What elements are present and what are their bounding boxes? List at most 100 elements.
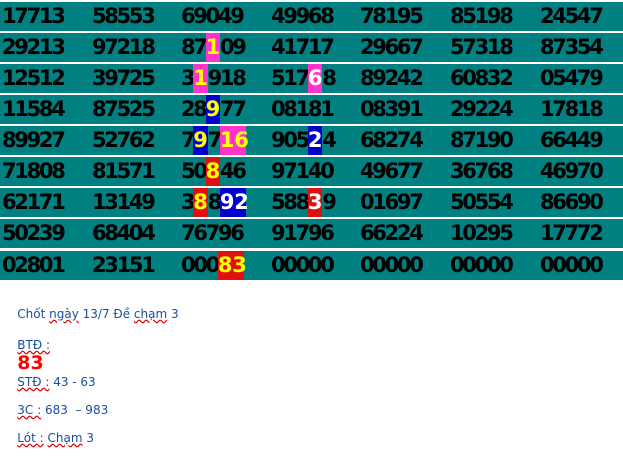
- digit: 1: [51, 253, 66, 277]
- lot-value: 3: [82, 431, 94, 445]
- digit: 8: [474, 66, 490, 90]
- digit: 7: [462, 128, 477, 152]
- digit: 1: [384, 4, 400, 28]
- digit: 1: [2, 97, 17, 121]
- digit: 1: [2, 66, 17, 90]
- grid-row: 17713 58553 69049 49968 78195 85198 24547: [0, 2, 623, 31]
- digit: 1: [219, 66, 235, 90]
- digit: 0: [462, 66, 477, 90]
- grid-cell: 57318: [450, 33, 535, 62]
- digit: 1: [540, 97, 555, 121]
- digit: 3: [564, 35, 580, 59]
- digit: 8: [320, 4, 335, 28]
- digit: 7: [181, 128, 196, 152]
- digit: 5: [26, 66, 42, 90]
- digit: 8: [499, 159, 514, 183]
- digit: 2: [181, 97, 196, 121]
- digit: 7: [14, 4, 29, 28]
- digit: 9: [307, 221, 323, 245]
- digit: 0: [271, 97, 286, 121]
- digit: 5: [295, 128, 311, 152]
- digit: 2: [409, 66, 424, 90]
- digit: 4: [219, 159, 235, 183]
- digit: 5: [486, 190, 502, 214]
- digit: 3: [51, 35, 66, 59]
- digit: 7: [205, 221, 221, 245]
- digit: 0: [38, 253, 54, 277]
- note-tail: 3: [167, 307, 179, 321]
- digit: 9: [51, 221, 66, 245]
- digit: 9: [271, 159, 286, 183]
- digit: 1: [409, 97, 424, 121]
- digit: 8: [499, 35, 514, 59]
- digit: 8: [2, 128, 17, 152]
- grid-cell: 17713: [2, 2, 87, 31]
- digit: 9: [486, 128, 502, 152]
- digit: 1: [474, 4, 490, 28]
- digit: 0: [205, 253, 221, 277]
- grid-cell: 87525: [92, 95, 177, 124]
- digit: 0: [486, 253, 502, 277]
- digit: 4: [499, 97, 514, 121]
- digit: 7: [576, 66, 592, 90]
- number-grid: 17713 58553 69049 49968 78195 85198 24547 29213…: [0, 0, 623, 285]
- digit: 9: [589, 128, 604, 152]
- highlighted-digits: 9: [193, 126, 208, 155]
- grid-cell: 81571: [92, 157, 177, 186]
- digit: 2: [92, 253, 107, 277]
- digit: 2: [2, 35, 17, 59]
- digit: 9: [372, 159, 387, 183]
- digit: 5: [474, 190, 490, 214]
- digit: 7: [552, 35, 567, 59]
- digit: 3: [474, 35, 490, 59]
- digit: 3: [450, 159, 465, 183]
- digit: 9: [396, 97, 412, 121]
- grid-cell: 91796: [271, 219, 356, 248]
- digit: 8: [499, 4, 514, 28]
- grid-cell: 71808: [2, 157, 87, 186]
- digit: 4: [576, 128, 592, 152]
- digit: 1: [283, 221, 298, 245]
- digit: 4: [564, 66, 580, 90]
- grid-cell: 49677: [360, 157, 445, 186]
- digit: 1: [116, 190, 132, 214]
- digit: 7: [207, 128, 223, 152]
- digit: 8: [372, 4, 387, 28]
- btd-label: BTĐ :: [17, 338, 50, 352]
- digit: 9: [207, 66, 223, 90]
- grid-cell: 10295: [450, 219, 535, 248]
- digit: 0: [396, 253, 412, 277]
- digit: 0: [14, 221, 29, 245]
- digit: 8: [283, 190, 298, 214]
- digit: 0: [384, 253, 400, 277]
- grid-row: 89927 52762 79716 90524 68274 87190 66449: [0, 126, 623, 155]
- digit: 9: [14, 128, 29, 152]
- note-de: Đề: [113, 307, 131, 321]
- digit: 0: [181, 253, 196, 277]
- digit: 0: [360, 190, 375, 214]
- digit: 4: [540, 159, 555, 183]
- digit: 7: [128, 159, 144, 183]
- digit: 7: [552, 97, 567, 121]
- grid-cell: 00083: [181, 251, 266, 280]
- digit: 4: [116, 221, 132, 245]
- lot-cham: Chạm: [47, 431, 83, 445]
- digit: 0: [193, 159, 208, 183]
- grid-cell: 23151: [92, 251, 177, 280]
- digit: 0: [372, 253, 387, 277]
- digit: 1: [283, 66, 298, 90]
- grid-cell: 78195: [360, 2, 445, 31]
- digit: 4: [322, 128, 337, 152]
- highlighted-digits: 3: [307, 188, 323, 217]
- digit: 1: [38, 66, 54, 90]
- digit: 1: [38, 35, 54, 59]
- digit: 6: [181, 4, 196, 28]
- digit: 1: [450, 221, 465, 245]
- digit: 0: [205, 4, 221, 28]
- digit: 9: [372, 66, 387, 90]
- digit: 2: [128, 66, 144, 90]
- digit: 7: [26, 4, 42, 28]
- grid-cell: 29213: [2, 33, 87, 62]
- digit: 3: [486, 66, 502, 90]
- digit: 5: [116, 159, 132, 183]
